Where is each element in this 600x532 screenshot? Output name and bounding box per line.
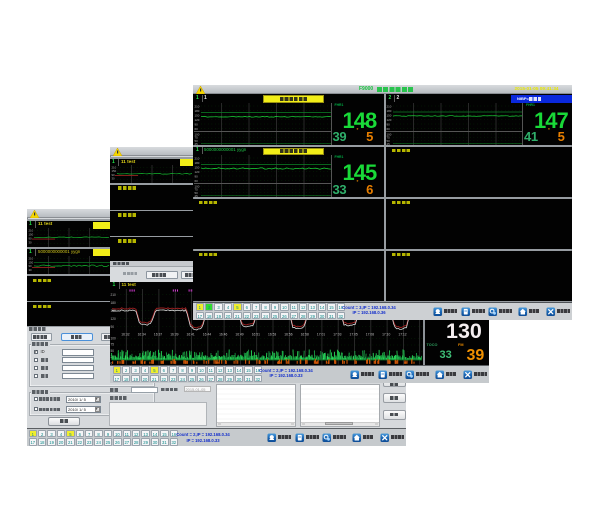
svg-text:120: 120 [111,317,117,321]
svg-text:50: 50 [111,349,115,353]
svg-text:60: 60 [194,179,198,183]
svg-text:150: 150 [387,113,392,117]
svg-text:90: 90 [194,122,198,126]
svg-text:100: 100 [111,337,117,341]
svg-text:16:39: 16:39 [170,333,178,337]
svg-text:16:56: 16:56 [284,333,292,337]
svg-text:17:12: 17:12 [398,333,406,337]
svg-text:16:32: 16:32 [121,333,129,337]
svg-text:210: 210 [111,293,117,297]
svg-text:30: 30 [28,268,32,272]
svg-text:16:53: 16:53 [268,333,276,337]
svg-text:17:03: 17:03 [333,333,341,337]
svg-text:120: 120 [194,118,199,122]
svg-text:180: 180 [111,301,117,305]
svg-text:17:01: 17:01 [317,333,325,337]
svg-text:17:08: 17:08 [366,333,374,337]
svg-text:210: 210 [387,104,392,108]
svg-text:30: 30 [111,177,115,181]
svg-text:16:41: 16:41 [187,333,195,337]
svg-text:150: 150 [194,166,199,170]
svg-text:90: 90 [194,175,198,179]
svg-text:90: 90 [111,325,115,329]
svg-text:60: 60 [387,127,391,131]
svg-text:120: 120 [387,118,392,122]
svg-text:180: 180 [194,109,199,113]
svg-text:180: 180 [387,109,392,113]
svg-text:75: 75 [111,343,115,347]
svg-text:210: 210 [194,104,199,108]
svg-text:17:05: 17:05 [350,333,358,337]
svg-text:16:51: 16:51 [252,333,260,337]
svg-text:120: 120 [194,170,199,174]
svg-text:150: 150 [194,113,199,117]
svg-text:30: 30 [28,241,32,245]
svg-text:16:49: 16:49 [235,333,243,337]
svg-text:25: 25 [194,194,198,197]
svg-text:17:10: 17:10 [382,333,390,337]
svg-text:16:37: 16:37 [154,333,162,337]
svg-text:25: 25 [387,142,391,145]
svg-text:180: 180 [194,161,199,165]
svg-text:16:44: 16:44 [203,333,211,337]
svg-text:90: 90 [387,122,391,126]
svg-text:16:46: 16:46 [219,333,227,337]
svg-text:210: 210 [194,157,199,161]
svg-text:16:58: 16:58 [301,333,309,337]
svg-text:16:34: 16:34 [138,333,146,337]
svg-text:60: 60 [194,127,198,131]
svg-text:25: 25 [194,142,198,145]
